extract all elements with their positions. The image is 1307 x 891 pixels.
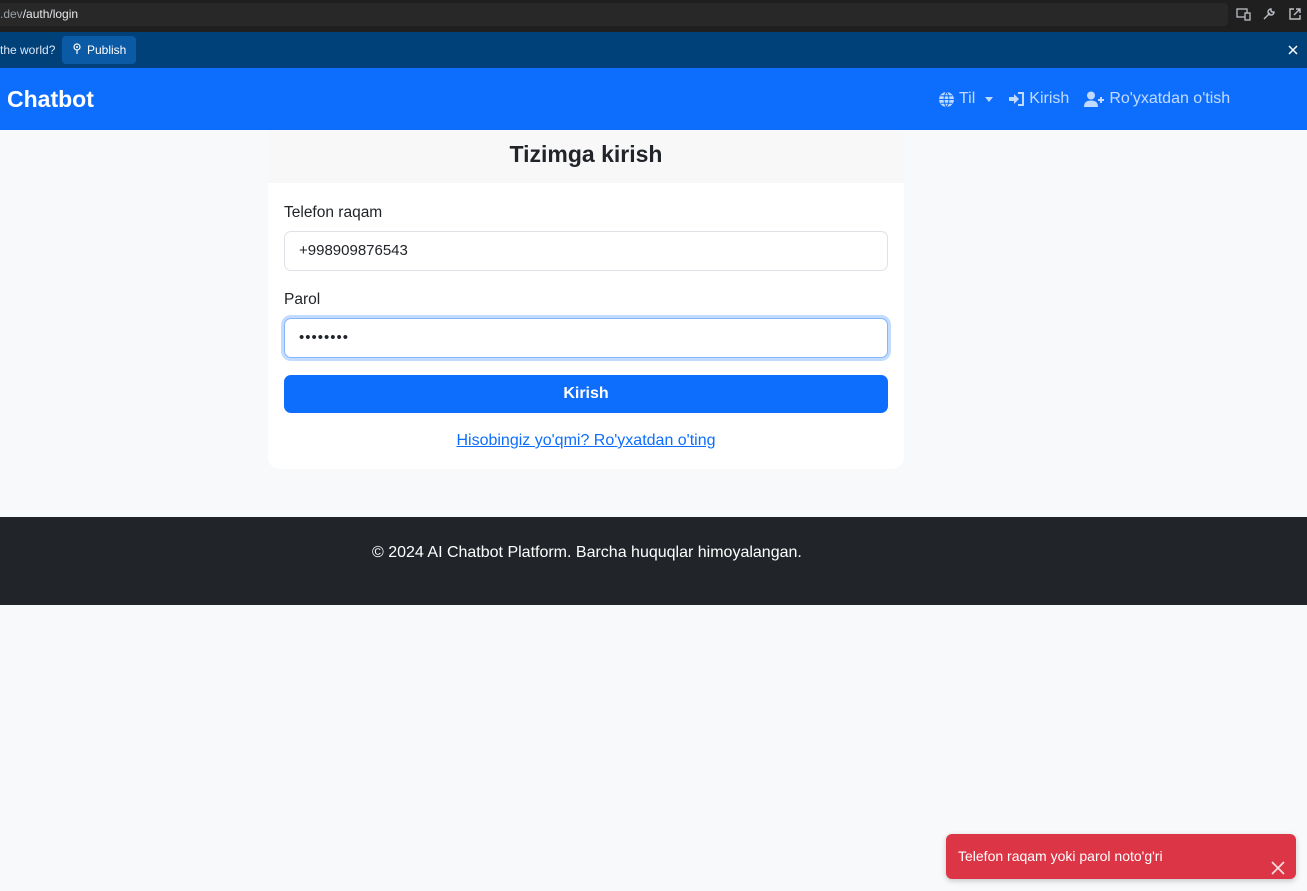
footer-copyright: © 2024 AI Chatbot Platform. Barcha huquq…	[372, 544, 802, 561]
main-navbar: Chatbot Til Kirish Ro'yxatdan o'tish	[0, 68, 1307, 130]
password-input[interactable]: ••••••••	[284, 318, 888, 358]
error-toast: Telefon raqam yoki parol noto'g'ri	[946, 834, 1296, 879]
browser-actions	[1235, 6, 1303, 22]
publish-icon	[72, 42, 82, 58]
password-label: Parol	[284, 291, 321, 308]
toast-message: Telefon raqam yoki parol noto'g'ri	[958, 848, 1163, 864]
publish-button[interactable]: Publish	[62, 36, 136, 64]
banner-text: the world?	[0, 43, 56, 57]
globe-icon	[938, 91, 955, 108]
close-icon[interactable]	[1286, 43, 1300, 57]
nav-register-link[interactable]: Ro'yxatdan o'tish	[1084, 90, 1230, 108]
phone-label: Telefon raqam	[284, 204, 383, 221]
language-label: Til	[959, 90, 976, 107]
publish-banner: the world? Publish	[0, 32, 1307, 68]
url-domain: .dev	[0, 7, 23, 21]
page-footer: © 2024 AI Chatbot Platform. Barcha huquq…	[0, 517, 1307, 605]
publish-label: Publish	[87, 43, 127, 57]
login-label: Kirish	[1029, 90, 1070, 107]
login-button[interactable]: Kirish	[284, 375, 888, 413]
login-icon	[1008, 91, 1025, 107]
login-title: Tizimga kirish	[268, 130, 904, 183]
login-card: Tizimga kirish Telefon raqam +9989098765…	[268, 130, 904, 469]
monitor-icon[interactable]	[1235, 6, 1251, 22]
user-plus-icon	[1084, 91, 1105, 108]
browser-toolbar: .dev/auth/login	[0, 0, 1307, 32]
brand-logo[interactable]: Chatbot	[7, 68, 94, 130]
language-dropdown[interactable]: Til	[938, 90, 994, 108]
external-link-icon[interactable]	[1287, 6, 1303, 22]
register-label: Ro'yxatdan o'tish	[1109, 90, 1231, 107]
register-link[interactable]: Hisobingiz yo'qmi? Ro'yxatdan o'ting	[284, 432, 888, 450]
phone-input[interactable]: +998909876543	[284, 231, 888, 271]
chevron-down-icon	[985, 96, 994, 102]
wrench-icon[interactable]	[1261, 6, 1277, 22]
nav-login-link[interactable]: Kirish	[1008, 90, 1069, 108]
close-icon[interactable]	[1270, 849, 1286, 875]
address-bar[interactable]: .dev/auth/login	[0, 3, 1228, 26]
nav-menu: Til Kirish Ro'yxatdan o'tish	[938, 68, 1245, 130]
login-form: Telefon raqam +998909876543 Parol ••••••…	[268, 204, 904, 450]
url-path: /auth/login	[22, 7, 79, 21]
